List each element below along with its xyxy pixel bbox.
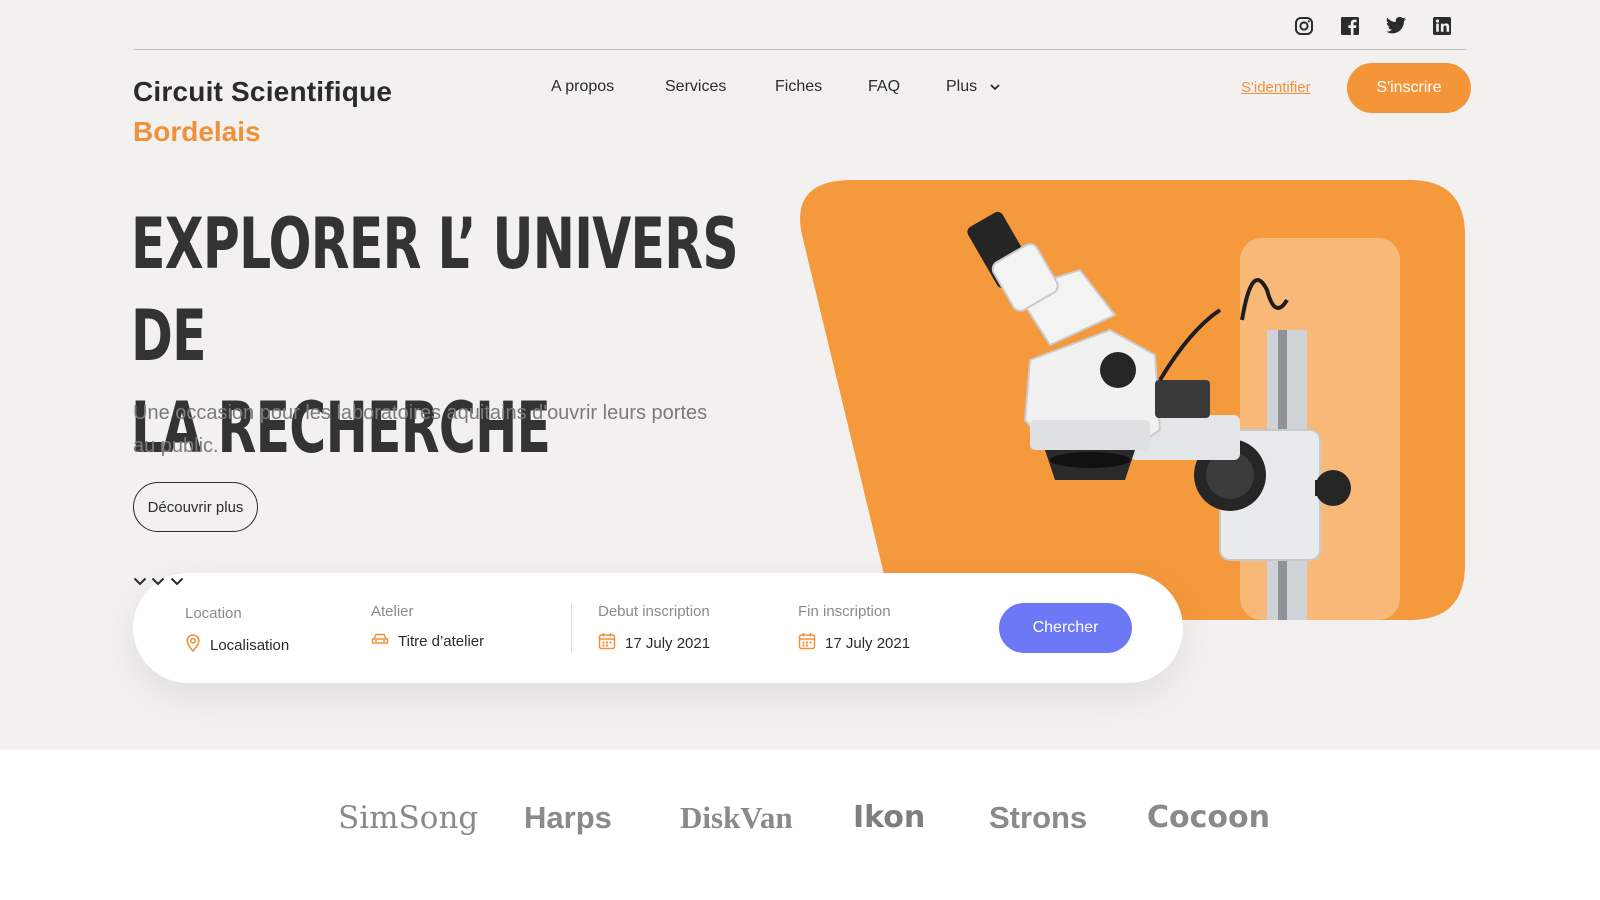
search-button[interactable]: Chercher: [999, 603, 1132, 653]
nav-item-plus[interactable]: Plus: [946, 78, 1000, 96]
brand-logo[interactable]: Circuit Scientifique Bordelais: [133, 72, 392, 152]
search-separator: [571, 603, 572, 653]
twitter-icon[interactable]: [1384, 14, 1408, 38]
atelier-label: Atelier: [371, 603, 414, 620]
partner-logo-diskvan: DiskVan: [680, 800, 793, 835]
nav-item-faq[interactable]: FAQ: [868, 78, 900, 96]
car-icon: [371, 632, 389, 650]
atelier-value: Titre d’atelier: [398, 632, 485, 650]
debut-chevron-down-icon[interactable]: [151, 573, 165, 590]
discover-button[interactable]: Découvrir plus: [133, 482, 258, 532]
login-link[interactable]: S'identifier: [1241, 79, 1311, 96]
header-divider: [134, 49, 1466, 50]
signup-button[interactable]: S'inscrire: [1347, 63, 1471, 113]
linkedin-icon[interactable]: [1430, 14, 1454, 38]
partner-logo-harps: Harps: [524, 800, 612, 835]
partner-logo-cocoon: Cocoon: [1147, 800, 1270, 835]
chevron-down-icon: [989, 78, 1000, 96]
partner-logo-simsong: SimSong: [338, 800, 479, 836]
debut-inscription-value: 17 July 2021: [625, 634, 711, 652]
fin-inscription-label: Fin inscription: [798, 603, 891, 620]
nav-item-plus-label: Plus: [946, 78, 978, 96]
instagram-icon[interactable]: [1292, 14, 1316, 38]
partner-logo-strons: Strons: [989, 800, 1088, 835]
brand-name-line1: Circuit Scientifique: [133, 76, 393, 107]
location-value: Localisation: [210, 636, 290, 654]
nav-item-services[interactable]: Services: [665, 78, 726, 96]
hero-image: [800, 180, 1470, 630]
location-label: Location: [185, 605, 242, 622]
debut-inscription-label: Debut inscription: [598, 603, 710, 620]
calendar-icon: [798, 632, 816, 654]
brand-name-line2: Bordelais: [133, 116, 261, 147]
search-bar: Location Localisation Atelier Titre d’at…: [133, 573, 1183, 683]
location-field[interactable]: Location Localisation: [185, 605, 289, 656]
partner-logos: SimSong Harps DiskVan Ikon Strons Cocoon: [0, 800, 1600, 850]
partner-logo-ikon: Ikon: [853, 800, 926, 835]
fin-chevron-down-icon[interactable]: [170, 573, 184, 590]
hero-subtitle: Une occasion pour les laboratoires aquit…: [133, 402, 708, 457]
atelier-field[interactable]: Atelier Titre d’atelier: [371, 603, 484, 650]
nav-item-a-propos[interactable]: A propos: [551, 78, 614, 96]
social-links: [1292, 14, 1454, 38]
hero-headline-line1: EXPLORER L’ UNIVERS DE: [131, 203, 739, 377]
facebook-icon[interactable]: [1338, 14, 1362, 38]
calendar-icon: [598, 632, 616, 654]
fin-inscription-field[interactable]: Fin inscription 17 July 2021: [798, 603, 910, 654]
nav-item-fiches[interactable]: Fiches: [775, 78, 822, 96]
debut-inscription-field[interactable]: Debut inscription 17 July 2021: [598, 603, 710, 654]
location-pin-icon: [185, 634, 201, 656]
fin-inscription-value: 17 July 2021: [825, 634, 911, 652]
atelier-chevron-down-icon[interactable]: [133, 573, 147, 590]
